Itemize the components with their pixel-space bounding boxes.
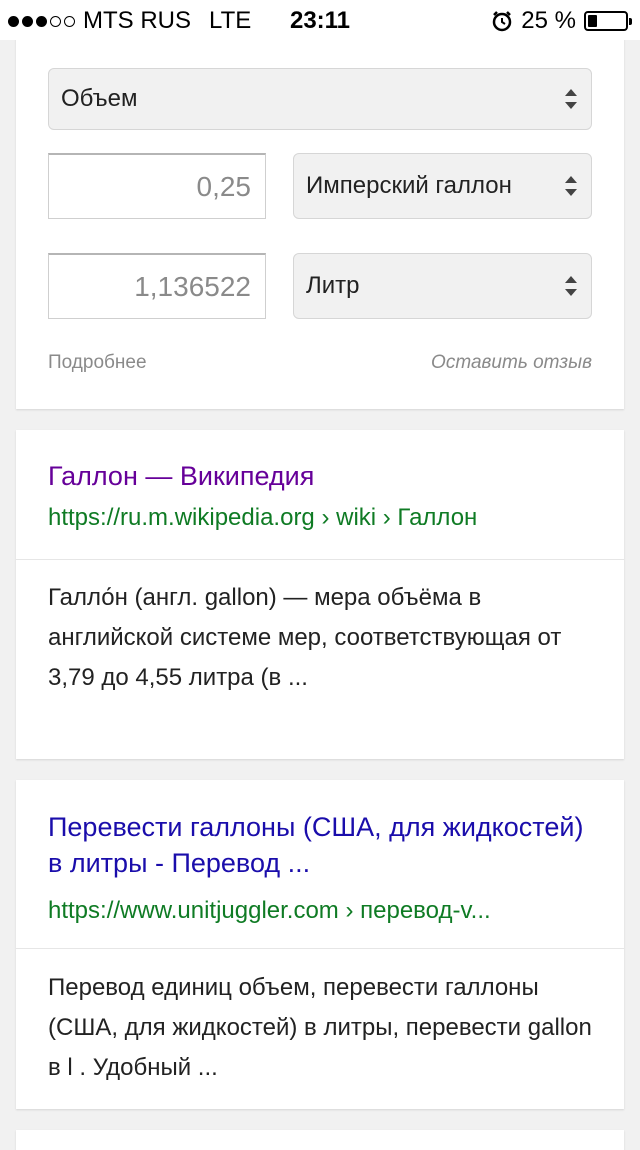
divider <box>16 948 624 949</box>
divider <box>16 559 624 560</box>
result-snippet: Галло́н (англ. gallon) — мера объёма в а… <box>48 584 562 691</box>
from-unit-value: Имперский галлон <box>306 172 512 199</box>
search-result-card: Галлон — Википедия https://ru.m.wikipedi… <box>16 430 624 759</box>
status-bar: MTS RUS LTE 23:11 25 % <box>0 0 640 40</box>
select-arrows-icon <box>565 276 577 296</box>
result-title-link[interactable]: Галлон — Википедия <box>48 458 314 494</box>
category-select[interactable]: Объем <box>48 68 592 130</box>
result-title-link[interactable]: Перевести галлоны (США, для жидкостей) в… <box>48 809 588 881</box>
to-unit-value: Литр <box>306 272 360 299</box>
feedback-link[interactable]: Оставить отзыв <box>431 352 592 374</box>
select-arrows-icon <box>565 176 577 196</box>
status-right: 25 % <box>491 7 632 35</box>
result-snippet: Перевод единиц объем, перевести галлоны … <box>48 974 592 1081</box>
to-value: 1,136522 <box>134 270 251 302</box>
result-url: https://ru.m.wikipedia.org › wiki › Галл… <box>48 504 478 531</box>
battery-icon <box>584 11 632 31</box>
more-details-link[interactable]: Подробнее <box>48 352 147 374</box>
search-result-card <box>16 1130 624 1150</box>
unit-converter-card: Объем 0,25 Имперский галлон 1,136522 Лит… <box>16 0 624 409</box>
select-arrows-icon <box>565 89 577 109</box>
search-result-card: Перевести галлоны (США, для жидкостей) в… <box>16 780 624 1109</box>
category-select-value: Объем <box>61 85 138 112</box>
battery-percent: 25 % <box>521 7 576 34</box>
from-unit-select[interactable]: Имперский галлон <box>293 153 592 219</box>
from-value: 0,25 <box>196 170 252 202</box>
to-value-input[interactable]: 1,136522 <box>48 253 266 319</box>
alarm-clock-icon <box>493 11 512 32</box>
from-value-input[interactable]: 0,25 <box>48 153 266 219</box>
result-url: https://www.unitjuggler.com › перевод-v.… <box>48 897 491 924</box>
to-unit-select[interactable]: Литр <box>293 253 592 319</box>
